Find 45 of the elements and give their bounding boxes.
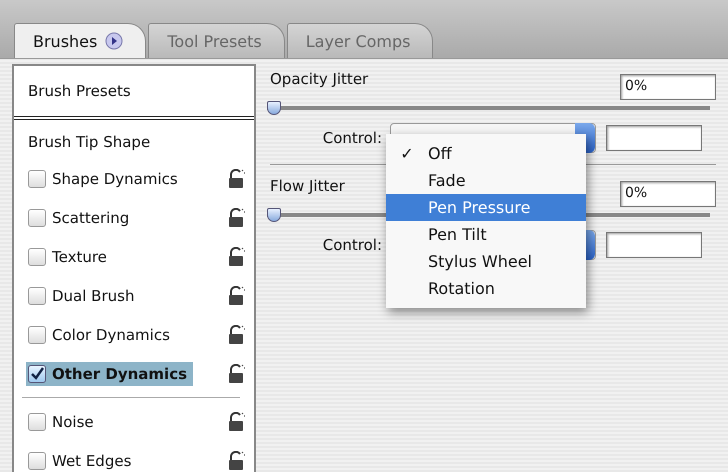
lock-icon[interactable] <box>228 364 246 384</box>
checkbox[interactable] <box>28 208 46 226</box>
control-label: Control: <box>322 236 383 254</box>
setting-label: Flow Jitter <box>270 176 345 195</box>
sidebar-item[interactable]: Scattering <box>26 206 136 230</box>
checkbox[interactable] <box>28 452 46 470</box>
checkbox[interactable] <box>28 364 46 382</box>
sidebar-item[interactable]: Shape Dynamics <box>26 166 184 190</box>
control-label: Control: <box>322 129 383 147</box>
slider-track[interactable] <box>267 100 710 116</box>
sidebar-item[interactable]: Color Dynamics <box>26 322 176 346</box>
sidebar-item[interactable]: Brush Tip Shape <box>28 128 150 150</box>
menu-item[interactable]: Pen Tilt <box>386 221 586 248</box>
sidebar-item[interactable]: Noise <box>26 410 100 434</box>
value-field[interactable]: 0% <box>620 74 716 100</box>
sidebar-item[interactable]: Other Dynamics <box>26 362 194 386</box>
value-field[interactable]: 0% <box>620 181 716 207</box>
input-field[interactable] <box>606 125 702 151</box>
sidebar-item[interactable]: Dual Brush <box>26 284 140 308</box>
lock-icon[interactable] <box>228 450 246 470</box>
lock-icon[interactable] <box>228 324 246 344</box>
lock-icon[interactable] <box>228 412 246 432</box>
setting-label: Opacity Jitter <box>270 69 368 88</box>
lock-icon[interactable] <box>228 246 246 266</box>
lock-icon[interactable] <box>228 286 246 306</box>
menu-item[interactable]: ✓ Off <box>386 140 586 167</box>
checkbox[interactable] <box>28 326 46 344</box>
sidebar-item[interactable]: Texture <box>26 244 113 268</box>
checkbox[interactable] <box>28 248 46 266</box>
slider-thumb[interactable] <box>267 208 281 222</box>
menu-item[interactable]: Pen Pressure <box>386 194 586 221</box>
lock-icon[interactable] <box>228 168 246 188</box>
panel-menu-icon[interactable] <box>105 32 124 50</box>
sidebar-item[interactable]: Wet Edges <box>26 448 138 472</box>
input-field[interactable] <box>606 232 702 258</box>
lock-icon[interactable] <box>228 208 246 228</box>
checkbox[interactable] <box>28 170 46 188</box>
checkbox[interactable] <box>28 286 46 304</box>
menu-item[interactable]: Stylus Wheel <box>386 248 586 275</box>
slider-thumb[interactable] <box>267 101 281 115</box>
panel-tab[interactable]: Brushes <box>14 23 146 58</box>
menu-item[interactable]: Rotation <box>386 275 586 302</box>
checkbox[interactable] <box>28 412 46 430</box>
menu-item[interactable]: Fade <box>386 167 586 194</box>
checkmark: ✓ <box>400 144 414 163</box>
